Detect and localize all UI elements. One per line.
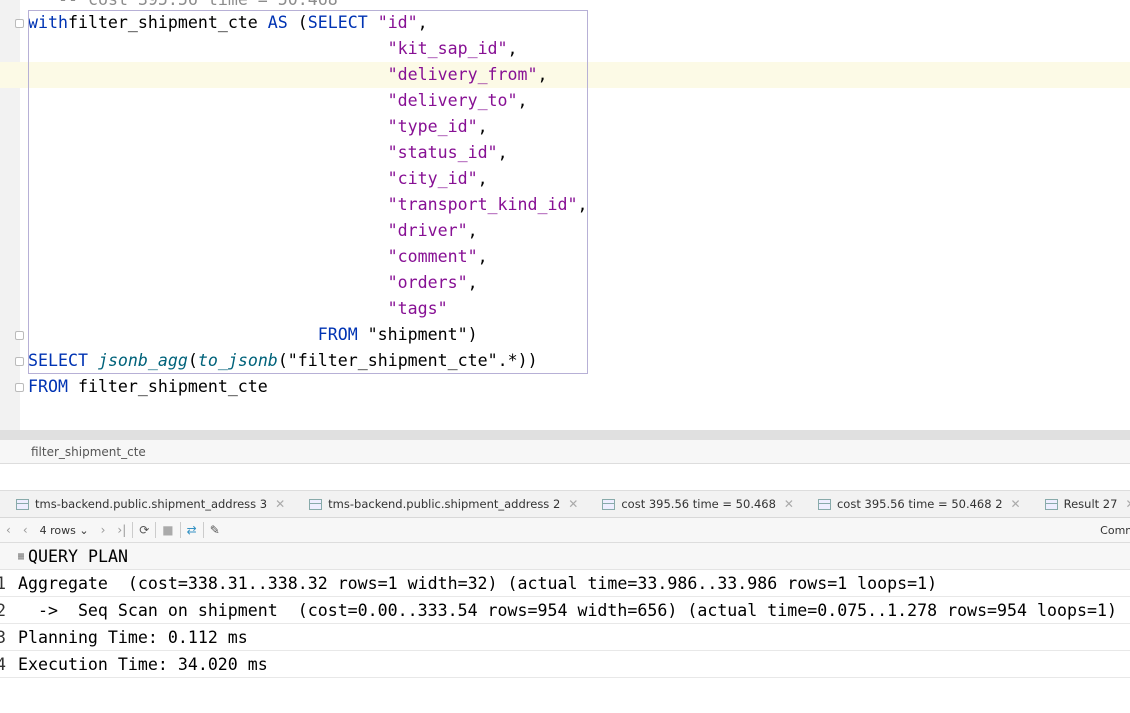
- table-row[interactable]: 4 Execution Time: 34.020 ms: [0, 651, 1130, 678]
- tab-label: tms-backend.public.shipment_address 3: [35, 497, 268, 511]
- row-number: 1: [0, 573, 6, 593]
- close-icon[interactable]: ✕: [784, 497, 794, 511]
- refresh-icon[interactable]: ⟳: [139, 523, 149, 537]
- close-icon[interactable]: ✕: [1125, 497, 1130, 511]
- table-icon: [16, 498, 29, 510]
- row-number: 4: [0, 654, 6, 674]
- table-icon: [309, 498, 323, 510]
- result-tabs: tms-backend.public.shipment_address 3 ✕ tm…: [0, 490, 1130, 518]
- table-icon: [1044, 498, 1058, 510]
- result-tab[interactable]: cost 395.56 time = 50.468 2 ✕: [802, 491, 1029, 517]
- results-grid: ▦ QUERY PLAN 1 Aggregate (cost=338.31..338…: [0, 543, 1130, 678]
- table-icon: [602, 498, 616, 510]
- cell-value[interactable]: Execution Time: 34.020 ms: [18, 655, 268, 674]
- pin-icon[interactable]: ✎: [210, 523, 220, 537]
- divider: [155, 522, 157, 538]
- table-row[interactable]: 2 -> Seq Scan on shipment (cost=0.00..33…: [0, 597, 1130, 624]
- tab-label: tms-backend.public.shipment_address 2: [328, 497, 561, 511]
- next-page-icon[interactable]: ›: [101, 523, 106, 537]
- column-icon: ▦: [18, 550, 25, 562]
- code-token: filter_shipment_cte: [67, 377, 268, 396]
- cell-value[interactable]: -> Seq Scan on shipment (cost=0.00..333.…: [18, 601, 1117, 620]
- first-page-icon[interactable]: ‹: [6, 523, 11, 537]
- fold-icon[interactable]: [15, 357, 24, 366]
- close-icon[interactable]: ✕: [275, 497, 285, 511]
- tab-label: Result 27: [1063, 497, 1118, 511]
- divider: [202, 522, 204, 538]
- breadcrumb[interactable]: filter_shipment_cte: [0, 440, 1130, 464]
- row-number: 2: [0, 600, 6, 620]
- result-tab[interactable]: Result 27 ✕: [1029, 491, 1130, 517]
- last-page-icon[interactable]: ›|: [117, 523, 126, 537]
- sql-editor[interactable]: -- cost 395.56 time = 50.468 withfilter_…: [0, 0, 1130, 430]
- code-token: FROM: [28, 377, 68, 396]
- comment-button[interactable]: Comm: [1100, 524, 1130, 537]
- divider: [179, 522, 181, 538]
- row-number: 3: [0, 627, 6, 647]
- results-toolbar: ‹ ‹ 4 rows ⌄ › ›| ⟳ ■ ⇄ ✎ Comm: [0, 518, 1130, 543]
- result-tab[interactable]: tms-backend.public.shipment_address 3 ✕: [0, 491, 293, 517]
- fold-icon[interactable]: [15, 331, 24, 340]
- column-header-label: QUERY PLAN: [28, 546, 128, 566]
- divider: [132, 522, 134, 538]
- table-row[interactable]: 3 Planning Time: 0.112 ms: [0, 624, 1130, 651]
- rows-selector[interactable]: 4 rows ⌄: [40, 524, 89, 537]
- compare-icon[interactable]: ⇄: [187, 523, 197, 537]
- code-line[interactable]: FROM filter_shipment_cte: [28, 374, 268, 400]
- cell-value[interactable]: Planning Time: 0.112 ms: [18, 628, 248, 647]
- prev-page-icon[interactable]: ‹: [23, 523, 28, 537]
- result-tab[interactable]: tms-backend.public.shipment_address 2 ✕: [293, 491, 586, 517]
- fold-icon[interactable]: [15, 19, 24, 28]
- tab-label: cost 395.56 time = 50.468 2: [836, 497, 1003, 511]
- result-tab[interactable]: cost 395.56 time = 50.468 ✕: [586, 491, 802, 517]
- tab-label: cost 395.56 time = 50.468: [621, 497, 776, 511]
- column-header[interactable]: ▦ QUERY PLAN: [0, 543, 1130, 570]
- horizontal-scrollbar[interactable]: [0, 430, 1130, 440]
- table-icon: [817, 498, 831, 510]
- close-icon[interactable]: ✕: [1011, 497, 1021, 511]
- close-icon[interactable]: ✕: [568, 497, 578, 511]
- cell-value[interactable]: Aggregate (cost=338.31..338.32 rows=1 wi…: [18, 574, 937, 593]
- statement-outline: [28, 10, 588, 374]
- fold-icon[interactable]: [15, 383, 24, 392]
- table-row[interactable]: 1 Aggregate (cost=338.31..338.32 rows=1 w…: [0, 570, 1130, 597]
- stop-icon[interactable]: ■: [162, 523, 173, 537]
